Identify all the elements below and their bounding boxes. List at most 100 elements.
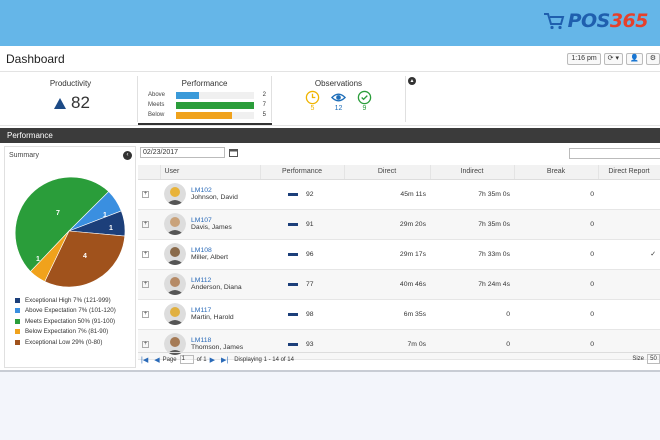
expand-row-icon[interactable]: + [142, 311, 149, 318]
expand-row-icon[interactable]: + [142, 251, 149, 258]
direct-cell: 29m 20s [344, 209, 430, 240]
expand-cell: + [138, 209, 160, 240]
expand-row-icon[interactable]: + [142, 341, 149, 348]
performance-value: 77 [306, 280, 314, 288]
table-row[interactable]: + LM117 Martin, Harold 98 6m 35s 0 0 [138, 299, 660, 330]
perf-row[interactable]: Below 5 [148, 110, 270, 120]
brand-text: POS [567, 10, 611, 32]
direct-cell: 6m 35s [344, 299, 430, 330]
user-cell: LM107 Davis, James [160, 209, 260, 240]
table-row[interactable]: + LM112 Anderson, Diana 77 40m 46s 7h 24… [138, 269, 660, 300]
summary-panel: Summary ‹ 7 1 1 1 4 Exceptional High 7% … [4, 146, 136, 368]
next-page-icon[interactable]: ▶ [210, 356, 215, 364]
summary-pie-chart: 7 1 1 1 4 [14, 176, 125, 287]
performance-bar [288, 282, 298, 286]
expand-row-icon[interactable]: + [142, 281, 149, 288]
obs-check[interactable]: 9 [357, 90, 372, 112]
last-page-icon[interactable]: ▶| [221, 356, 228, 364]
legend-item: Exceptional High 7% (121-999) [15, 295, 116, 306]
user-name: Anderson, Diana [191, 284, 242, 291]
col-indirect[interactable]: Indirect [430, 165, 515, 180]
col-direct[interactable]: Direct [344, 165, 431, 180]
perf-row-fill [176, 101, 254, 109]
obs-eye-value: 12 [334, 105, 343, 112]
legend-swatch [15, 329, 20, 335]
cart-icon [543, 13, 564, 30]
user-id-link[interactable]: LM108 [191, 247, 228, 254]
user-id-link[interactable]: LM112 [191, 277, 242, 284]
perf-row[interactable]: Meets 7 [148, 100, 270, 110]
table-row[interactable]: + LM107 Davis, James 91 29m 20s 7h 35m 0… [138, 209, 660, 240]
expand-row-icon[interactable]: + [142, 191, 149, 198]
page-label: Page [162, 356, 177, 363]
size-input[interactable]: 50 [647, 354, 660, 364]
pie-label-low: 4 [83, 253, 87, 260]
perf-row-count: 5 [262, 112, 266, 118]
performance-card[interactable]: Performance Above 2 Meets 7 Below 5 [138, 76, 272, 125]
user-cell: LM117 Martin, Harold [160, 299, 260, 330]
avatar [164, 273, 186, 295]
performance-bar [288, 312, 298, 316]
productivity-title: Productivity [49, 79, 92, 88]
performance-table: User Performance Direct Indirect Break D… [138, 165, 660, 360]
col-performance[interactable]: Performance [260, 165, 345, 180]
avatar [164, 213, 186, 235]
refresh-button[interactable]: ⟳ ▾ [603, 53, 623, 65]
date-input[interactable]: 02/23/2017 [140, 147, 225, 158]
user-id-link[interactable]: LM118 [191, 337, 243, 344]
productivity-card[interactable]: Productivity 82 [4, 76, 138, 122]
user-id-link[interactable]: LM117 [191, 307, 234, 314]
direct-report-cell [598, 269, 660, 300]
section-title: Performance [0, 128, 660, 143]
indirect-cell: 7h 35m 0s [430, 179, 514, 210]
direct-report-cell: ✓ [598, 239, 660, 270]
perf-row-track [176, 91, 254, 99]
table-row[interactable]: + LM108 Miller, Albert 96 29m 17s 7h 33m… [138, 239, 660, 270]
col-break[interactable]: Break [514, 165, 599, 180]
app-window: Dashboard 1:16 pm ⟳ ▾ 👤 ⚙ Productivity 8… [0, 46, 660, 372]
direct-cell: 40m 46s [344, 269, 430, 300]
col-direct-report[interactable]: Direct Report [598, 165, 660, 180]
performance-bar [288, 252, 298, 256]
performance-value: 93 [306, 340, 314, 348]
obs-clock[interactable]: 5 [305, 90, 320, 112]
expand-row-icon[interactable]: + [142, 221, 149, 228]
refresh-icon: ⟳ ▾ [607, 55, 619, 62]
break-cell: 0 [514, 269, 598, 300]
settings-button[interactable]: ⚙ [645, 53, 660, 65]
search-input[interactable] [569, 148, 660, 159]
calendar-icon[interactable] [229, 148, 238, 157]
collapse-kpi-button[interactable]: ▲ [408, 77, 416, 85]
prev-page-icon[interactable]: ◀ [154, 356, 159, 364]
expand-cell: + [138, 239, 160, 270]
user-button[interactable]: 👤 [626, 53, 643, 65]
perf-row-track [176, 101, 254, 109]
expand-cell: + [138, 269, 160, 300]
performance-cell: 98 [260, 299, 344, 330]
user-name: Thomson, James [191, 344, 244, 351]
performance-bar [288, 222, 298, 226]
performance-cell: 92 [260, 179, 344, 210]
filter-row: 02/23/2017 [138, 146, 660, 162]
user-id-link[interactable]: LM102 [191, 187, 238, 194]
trend-up-icon [54, 97, 66, 109]
expand-cell: + [138, 299, 160, 330]
observations-card[interactable]: Observations 5 12 9 [272, 76, 406, 122]
productivity-value: 82 [71, 93, 90, 112]
page-input[interactable]: 1 [179, 355, 194, 364]
table-row[interactable]: + LM102 Johnson, David 92 45m 11s 7h 35m… [138, 179, 660, 210]
indirect-cell: 7h 24m 4s [430, 269, 514, 300]
perf-row[interactable]: Above 2 [148, 90, 270, 100]
obs-eye[interactable]: 12 [331, 90, 346, 112]
time-display[interactable]: 1:16 pm [567, 53, 601, 65]
expand-cell: + [138, 179, 160, 210]
first-page-icon[interactable]: |◀ [141, 356, 148, 364]
performance-cell: 91 [260, 209, 344, 240]
page-title: Dashboard [6, 52, 65, 66]
summary-collapse-button[interactable]: ‹ [123, 151, 132, 160]
user-id-link[interactable]: LM107 [191, 217, 232, 224]
dashboard-header: Dashboard 1:16 pm ⟳ ▾ 👤 ⚙ [0, 46, 660, 72]
col-expand [138, 165, 161, 180]
col-user[interactable]: User [160, 165, 261, 180]
pager: |◀ ◀ Page 1 of 1 ▶ ▶| Displaying 1 - 14 … [138, 352, 660, 366]
